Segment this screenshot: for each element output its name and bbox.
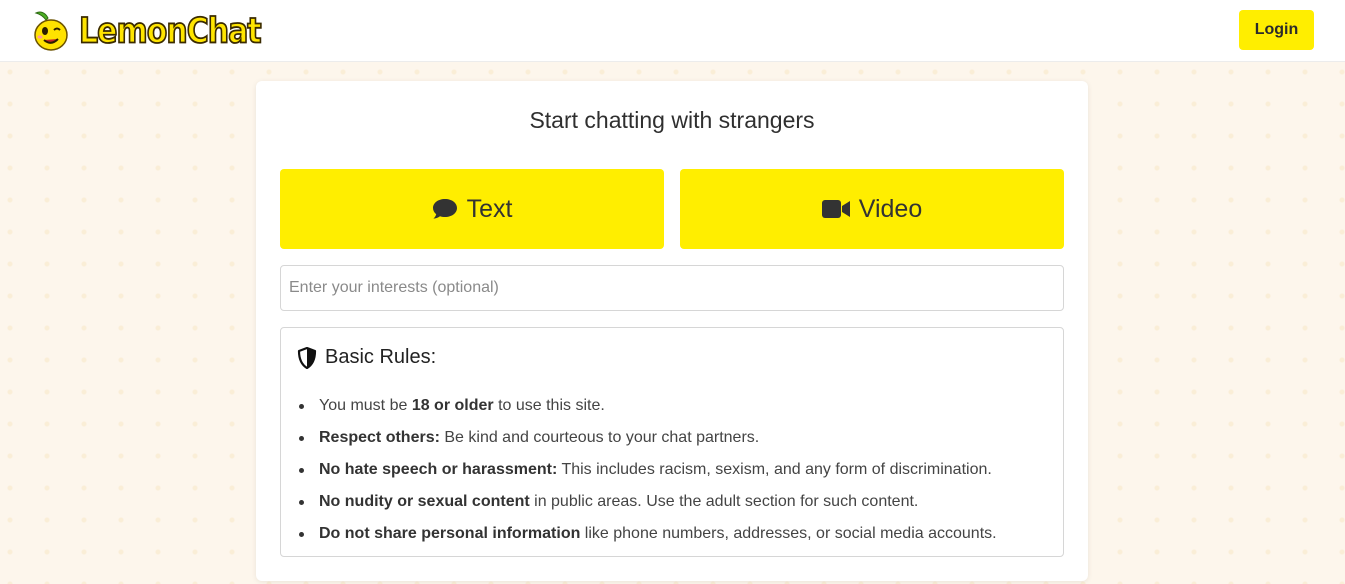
lemon-mascot-icon — [34, 11, 68, 51]
text-chat-button[interactable]: Text — [280, 169, 664, 249]
video-chat-button[interactable]: Video — [680, 169, 1064, 249]
video-button-label: Video — [858, 194, 923, 223]
rule-item: You must be 18 or older to use this site… — [299, 390, 1049, 422]
comment-icon — [432, 198, 458, 220]
rules-heading: Basic Rules: — [297, 346, 436, 369]
brand-name: LemonChat — [78, 10, 262, 52]
top-header: LemonChat Login — [0, 0, 1345, 62]
start-chat-card: Start chatting with strangers Text Video — [256, 81, 1088, 581]
shield-icon — [297, 346, 317, 369]
basic-rules-panel: Basic Rules: You must be 18 or older to … — [280, 327, 1064, 557]
text-button-label: Text — [466, 194, 513, 223]
rule-item: Do not share personal information like p… — [299, 518, 1049, 550]
page-title: Start chatting with strangers — [529, 107, 815, 133]
brand-logo[interactable]: LemonChat — [31, 9, 262, 53]
login-button[interactable]: Login — [1239, 10, 1314, 50]
rule-item: No hate speech or harassment: This inclu… — [299, 454, 1049, 486]
rules-title: Basic Rules: — [325, 346, 437, 368]
rules-list: You must be 18 or older to use this site… — [299, 390, 1049, 550]
interests-input[interactable] — [280, 265, 1064, 311]
rule-item: Respect others: Be kind and courteous to… — [299, 422, 1049, 454]
video-camera-icon — [821, 199, 850, 219]
rule-item: No nudity or sexual content in public ar… — [299, 486, 1049, 518]
